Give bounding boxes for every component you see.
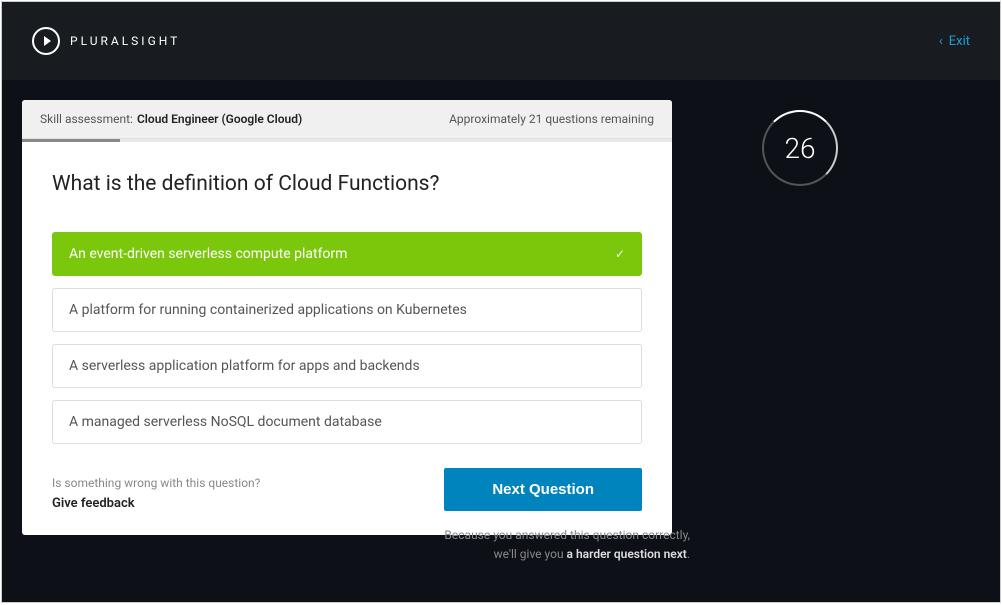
play-circle-icon [32, 27, 60, 55]
card-header-left: Skill assessment: Cloud Engineer (Google… [40, 112, 302, 126]
exit-label: Exit [949, 34, 970, 49]
answer-text: A serverless application platform for ap… [69, 358, 420, 374]
logo[interactable]: PLURALSIGHT [32, 27, 180, 55]
exit-link[interactable]: ‹ Exit [939, 34, 970, 49]
answer-option-2[interactable]: A platform for running containerized app… [52, 288, 642, 332]
checkmark-icon: ✓ [615, 247, 625, 261]
questions-remaining: Approximately 21 questions remaining [449, 112, 654, 126]
answer-text: A platform for running containerized app… [69, 302, 467, 318]
timer-container: 26 [762, 110, 838, 535]
logo-text: PLURALSIGHT [70, 34, 180, 48]
timer-circle: 26 [762, 110, 838, 186]
main-content: Skill assessment: Cloud Engineer (Google… [2, 80, 1000, 535]
app-container: PLURALSIGHT ‹ Exit Skill assessment: Clo… [1, 1, 1001, 603]
card-header: Skill assessment: Cloud Engineer (Google… [22, 100, 672, 139]
feedback-link[interactable]: Give feedback [52, 496, 260, 511]
chevron-left-icon: ‹ [939, 34, 943, 49]
result-message: Because you answered this question corre… [40, 526, 690, 564]
assessment-title: Cloud Engineer (Google Cloud) [137, 112, 302, 126]
timer-value: 26 [784, 132, 815, 165]
answer-text: An event-driven serverless compute platf… [69, 246, 347, 262]
header: PLURALSIGHT ‹ Exit [2, 2, 1000, 80]
question-text: What is the definition of Cloud Function… [52, 172, 642, 196]
feedback-section: Is something wrong with this question? G… [52, 476, 260, 511]
result-line2: we'll give you a harder question next. [40, 545, 690, 564]
feedback-prompt: Is something wrong with this question? [52, 476, 260, 490]
assessment-label: Skill assessment: [40, 112, 133, 126]
result-line1: Because you answered this question corre… [40, 526, 690, 545]
card-body: What is the definition of Cloud Function… [22, 142, 672, 535]
question-card: Skill assessment: Cloud Engineer (Google… [22, 100, 672, 535]
next-question-button[interactable]: Next Question [444, 468, 642, 511]
answer-option-1[interactable]: An event-driven serverless compute platf… [52, 232, 642, 276]
card-footer: Is something wrong with this question? G… [52, 468, 642, 511]
answer-text: A managed serverless NoSQL document data… [69, 414, 382, 430]
progress-fill [22, 139, 120, 142]
answer-option-4[interactable]: A managed serverless NoSQL document data… [52, 400, 642, 444]
progress-bar [22, 139, 672, 142]
answer-option-3[interactable]: A serverless application platform for ap… [52, 344, 642, 388]
